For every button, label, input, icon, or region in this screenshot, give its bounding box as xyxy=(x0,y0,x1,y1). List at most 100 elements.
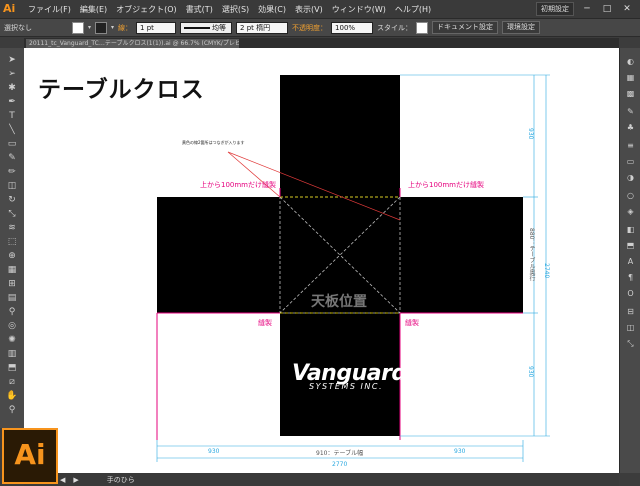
opacity-field[interactable]: 100% xyxy=(331,21,374,34)
tabletop-position-label: 天板位置 xyxy=(311,294,367,310)
vanguard-logo-subtext: SYSTEMS INC. xyxy=(309,382,383,391)
pencil-tool-icon[interactable]: ✏ xyxy=(6,166,18,178)
panel-dock: ◐ ▦ ▩ ✎ ♣ ≡ ▭ ◑ ○ ◈ ◧ ⬒ A ¶ O ⊟ ◫ ⤡ xyxy=(619,48,640,473)
artboard-tool-icon[interactable]: ⬒ xyxy=(6,362,18,374)
align-panel-icon[interactable]: ⊟ xyxy=(624,306,637,318)
transparency-panel-icon[interactable]: ◑ xyxy=(624,172,637,184)
symbol-sprayer-tool-icon[interactable]: ✺ xyxy=(6,334,18,346)
fill-dropdown-icon[interactable]: ▾ xyxy=(88,24,91,31)
zoom-tool-icon[interactable]: ⚲ xyxy=(6,404,18,416)
maximize-icon[interactable]: □ xyxy=(600,3,614,15)
scale-tool-icon[interactable]: ⤡ xyxy=(6,208,18,220)
selection-status: 選択なし xyxy=(4,23,32,32)
gradient-tool-icon[interactable]: ▤ xyxy=(6,292,18,304)
nav-first-icon[interactable]: ◀ xyxy=(60,476,65,484)
sew-label-top-left: 上から100mmだけ縫製 xyxy=(200,181,276,189)
stroke-dropdown-icon[interactable]: ▾ xyxy=(111,24,114,31)
graphic-styles-panel-icon[interactable]: ◈ xyxy=(624,206,637,218)
menu-object[interactable]: オブジェクト(O) xyxy=(116,4,177,15)
eraser-tool-icon[interactable]: ◫ xyxy=(6,180,18,192)
menu-effect[interactable]: 効果(C) xyxy=(258,4,286,15)
stroke-profile-select[interactable]: 均等 xyxy=(180,21,233,34)
menu-help[interactable]: ヘルプ(H) xyxy=(395,4,431,15)
control-bar: 選択なし ▾ ▾ 線： 1 pt 均等 2 pt 楕円 不透明度： 100% ス… xyxy=(0,19,640,37)
stroke-profile-label: 均等 xyxy=(212,23,227,32)
dim-label-top: 930 xyxy=(527,128,534,140)
stroke-swatch[interactable] xyxy=(95,21,108,34)
sew-label-left: 縫製 xyxy=(258,319,272,327)
blend-tool-icon[interactable]: ◎ xyxy=(6,320,18,332)
current-tool-status: 手のひら xyxy=(106,475,135,484)
line-tool-icon[interactable]: ╲ xyxy=(6,124,18,136)
menu-right: 初期設定 ─ □ ✕ xyxy=(536,2,634,16)
magic-wand-tool-icon[interactable]: ✱ xyxy=(6,82,18,94)
type-tool-icon[interactable]: T xyxy=(6,110,18,122)
pen-tool-icon[interactable]: ✒ xyxy=(6,96,18,108)
nav-next-icon[interactable]: ▶ xyxy=(73,476,78,484)
stroke-weight-field[interactable]: 1 pt xyxy=(136,21,177,34)
paragraph-panel-icon[interactable]: ¶ xyxy=(624,272,637,284)
eyedropper-tool-icon[interactable]: ⚲ xyxy=(6,306,18,318)
artboard-canvas[interactable]: テーブルクロス 黄色の線2箇所はつなぎが入ります 上から100mmだけ縫製 上か… xyxy=(24,48,619,473)
menu-select[interactable]: 選択(S) xyxy=(222,4,249,15)
sew-label-right: 縫製 xyxy=(405,319,419,327)
document-setup-button[interactable]: ドキュメント設定 xyxy=(432,21,499,34)
dim-label-left: 930 xyxy=(208,448,220,455)
menu-type[interactable]: 書式(T) xyxy=(186,4,213,15)
menu-window[interactable]: ウィンドウ(W) xyxy=(332,4,386,15)
minimize-icon[interactable]: ─ xyxy=(580,3,594,15)
opentype-panel-icon[interactable]: O xyxy=(624,288,637,300)
style-swatch[interactable] xyxy=(416,21,429,34)
document-tab[interactable]: 20111_tc_Vanguard_TC…テーブルクロス(1(1)).ai @ … xyxy=(26,39,239,48)
stroke-profile-line xyxy=(184,26,211,29)
symbols-panel-icon[interactable]: ♣ xyxy=(624,122,637,134)
layers-panel-icon[interactable]: ◧ xyxy=(624,224,637,236)
slice-tool-icon[interactable]: ⧄ xyxy=(6,376,18,388)
dim-label-right: 930 xyxy=(454,448,466,455)
pathfinder-panel-icon[interactable]: ◫ xyxy=(624,322,637,334)
selection-tool-icon[interactable]: ➤ xyxy=(6,54,18,66)
close-icon[interactable]: ✕ xyxy=(620,3,634,15)
join-note: 黄色の線2箇所はつなぎが入ります xyxy=(182,140,245,145)
appearance-panel-icon[interactable]: ○ xyxy=(624,190,637,202)
dim-label-middle: 880：テーブル奥行 xyxy=(528,228,535,282)
rotate-tool-icon[interactable]: ↻ xyxy=(6,194,18,206)
stroke-panel-icon[interactable]: ≡ xyxy=(624,140,637,152)
character-panel-icon[interactable]: A xyxy=(624,256,637,268)
dim-label-bottom: 930 xyxy=(527,366,534,378)
menu-items: ファイル(F) 編集(E) オブジェクト(O) 書式(T) 選択(S) 効果(C… xyxy=(28,0,431,18)
style-label: スタイル： xyxy=(377,23,413,32)
dim-label-total-width: 2770 xyxy=(332,461,348,468)
tools-panel: ➤ ➢ ✱ ✒ T ╲ ▭ ✎ ✏ ◫ ↻ ⤡ ≋ ⬚ ⊕ ▦ ⊞ ▤ ⚲ ◎ … xyxy=(0,48,25,428)
artboards-panel-icon[interactable]: ⬒ xyxy=(624,240,637,252)
color-panel-icon[interactable]: ◐ xyxy=(624,56,637,68)
brush-tool-icon[interactable]: ✎ xyxy=(6,152,18,164)
free-transform-tool-icon[interactable]: ⬚ xyxy=(6,236,18,248)
swatches-panel-icon[interactable]: ▩ xyxy=(624,88,637,100)
perspective-grid-tool-icon[interactable]: ▦ xyxy=(6,264,18,276)
gradient-panel-icon[interactable]: ▭ xyxy=(624,156,637,168)
workspace-switcher[interactable]: 初期設定 xyxy=(536,2,574,16)
illustrator-logo: Ai xyxy=(2,428,58,484)
menu-bar: Ai ファイル(F) 編集(E) オブジェクト(O) 書式(T) 選択(S) 効… xyxy=(0,0,640,19)
warp-tool-icon[interactable]: ≋ xyxy=(6,222,18,234)
preferences-button[interactable]: 環境設定 xyxy=(502,21,541,34)
menu-file[interactable]: ファイル(F) xyxy=(28,4,71,15)
menu-view[interactable]: 表示(V) xyxy=(295,4,323,15)
shape-builder-tool-icon[interactable]: ⊕ xyxy=(6,250,18,262)
mesh-tool-icon[interactable]: ⊞ xyxy=(6,278,18,290)
brushes-panel-icon[interactable]: ✎ xyxy=(624,106,637,118)
fill-swatch[interactable] xyxy=(72,21,84,34)
opacity-label[interactable]: 不透明度： xyxy=(292,23,327,33)
hand-tool-icon[interactable]: ✋ xyxy=(6,390,18,402)
transform-panel-icon[interactable]: ⤡ xyxy=(624,338,637,350)
graph-tool-icon[interactable]: ▥ xyxy=(6,348,18,360)
dim-label-total-height: 2740 xyxy=(543,263,550,279)
direct-selection-tool-icon[interactable]: ➢ xyxy=(6,68,18,80)
status-bar: ◀ ▶ 手のひら xyxy=(60,474,135,485)
rectangle-tool-icon[interactable]: ▭ xyxy=(6,138,18,150)
menu-edit[interactable]: 編集(E) xyxy=(80,4,107,15)
app-logo-icon: Ai xyxy=(3,2,16,15)
brush-select[interactable]: 2 pt 楕円 xyxy=(236,21,289,34)
color-guide-icon[interactable]: ▦ xyxy=(624,72,637,84)
